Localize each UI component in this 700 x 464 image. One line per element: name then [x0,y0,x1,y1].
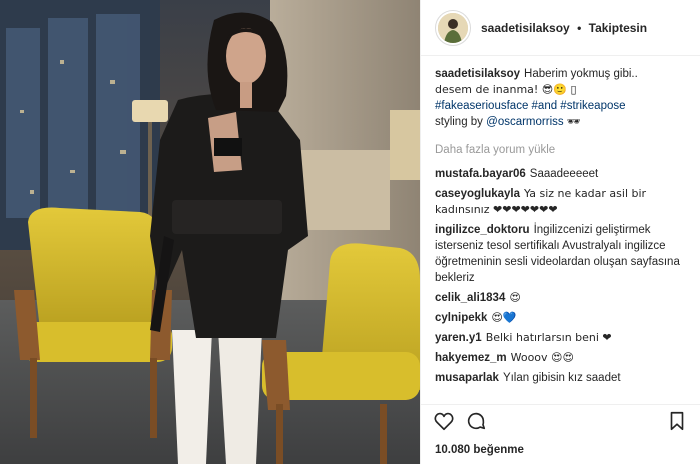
post-photo[interactable] [0,0,420,464]
comment: caseyoglukayla Ya siz ne kadar asil bir k… [435,186,686,218]
avatar[interactable] [435,9,471,46]
comment-username[interactable]: ingilizce_doktoru [435,224,530,236]
post-header: saadetisilaksoy • Takiptesin [421,0,700,56]
comment-text: Saaadeeeeet [529,168,599,180]
comment-text: 😍 [509,291,521,304]
caption-styling-prefix: styling by [435,116,483,128]
comment-username[interactable]: mustafa.bayar06 [435,168,526,180]
comment-text: 😍💙 [491,311,517,324]
caption-styling-emoji: 🕶 [566,115,581,128]
action-bar [421,404,700,436]
comment: mustafa.bayar06 Saaadeeeeet [435,166,686,182]
comment: celik_ali1834 😍 [435,290,686,306]
comment: ingilizce_doktoru İngilizcenizi geliştirm… [435,222,686,286]
avatar-profile-icon [438,12,468,43]
comment-icon[interactable] [465,410,487,432]
caption-styling-mention[interactable]: @oscarmorriss [486,116,564,128]
bookmark-icon[interactable] [666,410,688,432]
load-more-comments-link[interactable]: Daha fazla yorum yükle [435,142,686,158]
caption-username[interactable]: saadetisilaksoy [435,68,520,80]
instagram-post: saadetisilaksoy • Takiptesin saadetisila… [0,0,700,464]
post-photo-image [0,0,420,464]
comment-text: Belki hatırlarsın beni ❤ [485,331,612,344]
comment: hakyemez_m Wooov 😍😍 [435,350,686,366]
comment: yaren.y1 Belki hatırlarsın beni ❤ [435,330,686,346]
header-separator: • [577,20,582,35]
comments-list: saadetisilaksoy Haberim yokmuş gibi.. des… [421,56,700,404]
caption-line1: Haberim yokmuş gibi.. [524,68,638,80]
comment-username[interactable]: yaren.y1 [435,332,482,344]
comment: cylnipekk 😍💙 [435,310,686,326]
comment-text: Wooov 😍😍 [510,351,574,364]
comment: musaparlak Yılan gibisin kız saadet [435,370,686,386]
caption: saadetisilaksoy Haberim yokmuş gibi.. des… [435,66,686,130]
comment-username[interactable]: cylnipekk [435,312,487,324]
comment-username[interactable]: celik_ali1834 [435,292,505,304]
comment-username[interactable]: musaparlak [435,372,499,384]
caption-line2: desem de inanma! 😎🙂 ▯ [435,83,577,96]
likes-count[interactable]: 10.080 beğenme [421,436,700,464]
follow-status[interactable]: Takiptesin [589,21,647,35]
heart-icon[interactable] [433,410,455,432]
comment-username[interactable]: caseyoglukayla [435,188,520,200]
post-side-panel: saadetisilaksoy • Takiptesin saadetisila… [420,0,700,464]
comment-text: Yılan gibisin kız saadet [502,372,621,384]
header-username[interactable]: saadetisilaksoy [481,21,570,35]
comment-username[interactable]: hakyemez_m [435,352,507,364]
caption-hashtags[interactable]: #fakeaseriousface #and #strikeapose [435,100,626,112]
